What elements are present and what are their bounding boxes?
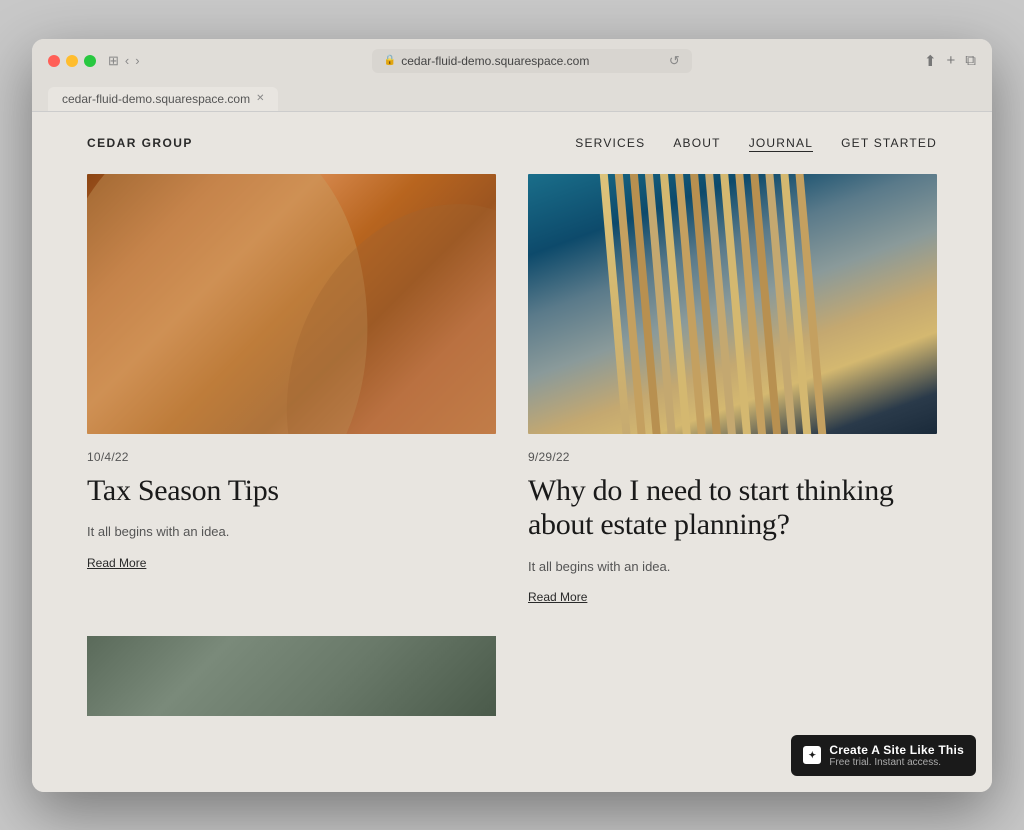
- share-icon[interactable]: ⬆: [924, 52, 937, 70]
- nav-item-about[interactable]: ABOUT: [673, 134, 720, 152]
- post-3-image-partial: [87, 636, 496, 716]
- nav-link-get-started[interactable]: GET STARTED: [841, 136, 937, 150]
- post-2-read-more[interactable]: Read More: [528, 590, 937, 604]
- post-2-date: 9/29/22: [528, 450, 937, 464]
- forward-icon[interactable]: ›: [135, 53, 139, 68]
- site-logo[interactable]: CEDAR GROUP: [87, 136, 193, 150]
- refresh-icon[interactable]: ↺: [669, 53, 680, 69]
- badge-sub-text: Free trial. Instant access.: [829, 757, 964, 768]
- blog-card-2: 9/29/22 Why do I need to start thinking …: [528, 174, 937, 605]
- active-tab[interactable]: cedar-fluid-demo.squarespace.com ✕: [48, 87, 278, 111]
- tabs-bar: cedar-fluid-demo.squarespace.com ✕: [48, 83, 976, 111]
- minimize-button[interactable]: [66, 55, 78, 67]
- tab-close-icon[interactable]: ✕: [256, 93, 264, 104]
- post-1-read-more[interactable]: Read More: [87, 556, 496, 570]
- post-2-image: [528, 174, 937, 434]
- post-1-image: [87, 174, 496, 434]
- nav-link-services[interactable]: SERVICES: [575, 136, 645, 150]
- blog-card-1: 10/4/22 Tax Season Tips It all begins wi…: [87, 174, 496, 605]
- blog-image-2[interactable]: [528, 174, 937, 434]
- browser-controls: ⊞ ‹ ›: [108, 53, 140, 69]
- browser-actions: ⬆ + ⧉: [924, 52, 976, 70]
- url-text: cedar-fluid-demo.squarespace.com: [401, 54, 589, 68]
- nav-link-journal[interactable]: JOURNAL: [749, 136, 813, 152]
- post-2-excerpt: It all begins with an idea.: [528, 557, 937, 577]
- browser-window: ⊞ ‹ › 🔒 cedar-fluid-demo.squarespace.com…: [32, 39, 992, 792]
- close-button[interactable]: [48, 55, 60, 67]
- badge-main-text: Create A Site Like This: [829, 743, 964, 757]
- maximize-button[interactable]: [84, 55, 96, 67]
- nav-links: SERVICES ABOUT JOURNAL GET STARTED: [575, 134, 937, 152]
- nav-item-services[interactable]: SERVICES: [575, 134, 645, 152]
- address-bar[interactable]: 🔒 cedar-fluid-demo.squarespace.com ↺: [372, 49, 692, 73]
- blog-card-3-partial: [87, 636, 496, 716]
- nav-item-journal[interactable]: JOURNAL: [749, 134, 813, 152]
- blog-grid: 10/4/22 Tax Season Tips It all begins wi…: [32, 174, 992, 757]
- back-icon[interactable]: ‹: [125, 53, 129, 68]
- traffic-lights: [48, 55, 96, 67]
- new-tab-icon[interactable]: +: [947, 52, 956, 69]
- post-2-title[interactable]: Why do I need to start thinking about es…: [528, 474, 937, 543]
- squarespace-badge[interactable]: ✦ Create A Site Like This Free trial. In…: [791, 735, 976, 776]
- post-1-excerpt: It all begins with an idea.: [87, 522, 496, 542]
- lock-icon: 🔒: [384, 55, 396, 66]
- tab-label: cedar-fluid-demo.squarespace.com: [62, 92, 250, 106]
- nav-item-get-started[interactable]: GET STARTED: [841, 134, 937, 152]
- squarespace-logo-icon: ✦: [803, 746, 821, 764]
- browser-chrome: ⊞ ‹ › 🔒 cedar-fluid-demo.squarespace.com…: [32, 39, 992, 112]
- page-content: CEDAR GROUP SERVICES ABOUT JOURNAL GET S…: [32, 112, 992, 792]
- blog-image-1[interactable]: [87, 174, 496, 434]
- sidebar-toggle-icon[interactable]: ⊞: [108, 53, 119, 69]
- nav-link-about[interactable]: ABOUT: [673, 136, 720, 150]
- post-1-date: 10/4/22: [87, 450, 496, 464]
- tabs-icon[interactable]: ⧉: [965, 52, 976, 69]
- address-bar-wrap: 🔒 cedar-fluid-demo.squarespace.com ↺: [152, 49, 912, 73]
- site-navigation: CEDAR GROUP SERVICES ABOUT JOURNAL GET S…: [32, 112, 992, 174]
- badge-text: Create A Site Like This Free trial. Inst…: [829, 743, 964, 768]
- post-1-title[interactable]: Tax Season Tips: [87, 474, 496, 509]
